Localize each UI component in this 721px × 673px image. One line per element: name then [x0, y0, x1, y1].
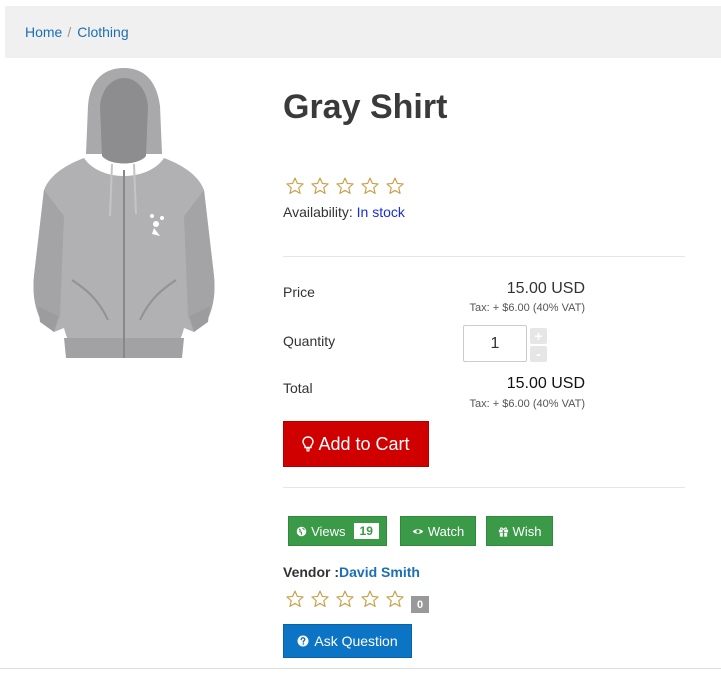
star-outline-icon[interactable]: [360, 589, 380, 609]
views-button[interactable]: Views 19: [288, 516, 387, 546]
breadcrumb-separator: /: [67, 24, 72, 40]
vendor-rating-count-badge: 0: [411, 596, 429, 613]
views-count-badge: 19: [353, 523, 379, 539]
add-to-cart-label: Add to Cart: [318, 433, 410, 454]
star-outline-icon[interactable]: [385, 176, 405, 196]
price-value: 15.00 USD: [506, 280, 585, 297]
globe-icon: [296, 526, 307, 536]
vendor-label: Vendor :: [283, 564, 340, 580]
product-image: [33, 68, 215, 358]
quantity-input[interactable]: [463, 325, 527, 362]
divider: [283, 256, 685, 257]
views-label: Views: [311, 523, 346, 539]
watch-button[interactable]: Watch: [400, 516, 476, 546]
star-outline-icon[interactable]: [285, 589, 305, 609]
vendor-info: Vendor :David Smith: [283, 564, 420, 580]
watch-label: Watch: [427, 523, 465, 539]
price-tax: Tax: + $6.00 (40% VAT): [469, 302, 585, 314]
star-outline-icon[interactable]: [335, 589, 355, 609]
star-outline-icon[interactable]: [310, 176, 330, 196]
divider: [283, 487, 685, 488]
divider: [0, 668, 721, 669]
ask-question-button[interactable]: Ask Question: [283, 624, 412, 658]
star-outline-icon[interactable]: [335, 176, 355, 196]
star-outline-icon[interactable]: [285, 176, 305, 196]
breadcrumb-clothing-link[interactable]: Clothing: [77, 24, 128, 40]
quantity-decrement-button[interactable]: -: [530, 346, 547, 362]
availability-label: Availability:: [283, 204, 353, 220]
lightbulb-icon: [302, 436, 315, 452]
price-label: Price: [283, 284, 315, 300]
star-outline-icon[interactable]: [385, 589, 405, 609]
total-value: 15.00 USD: [506, 375, 585, 392]
wish-label: Wish: [512, 523, 542, 539]
total-label: Total: [283, 380, 313, 396]
wish-button[interactable]: Wish: [486, 516, 553, 546]
ask-question-label: Ask Question: [314, 633, 398, 649]
total-tax: Tax: + $6.00 (40% VAT): [469, 398, 585, 410]
gift-icon: [498, 526, 508, 537]
breadcrumb: Home / Clothing: [5, 6, 721, 58]
add-to-cart-button[interactable]: Add to Cart: [283, 421, 429, 467]
vendor-rating-stars[interactable]: [285, 589, 405, 609]
quantity-increment-button[interactable]: +: [530, 328, 547, 344]
breadcrumb-home-link[interactable]: Home: [25, 24, 62, 40]
vendor-name-link[interactable]: David Smith: [339, 564, 420, 580]
star-outline-icon[interactable]: [360, 176, 380, 196]
quantity-label: Quantity: [283, 333, 336, 349]
question-circle-icon: [297, 635, 309, 647]
star-outline-icon[interactable]: [310, 589, 330, 609]
availability-value: In stock: [356, 204, 405, 220]
product-title: Gray Shirt: [283, 88, 448, 126]
availability: Availability: In stock: [283, 204, 405, 220]
product-rating-stars[interactable]: [285, 176, 405, 196]
eye-icon: [412, 528, 423, 534]
